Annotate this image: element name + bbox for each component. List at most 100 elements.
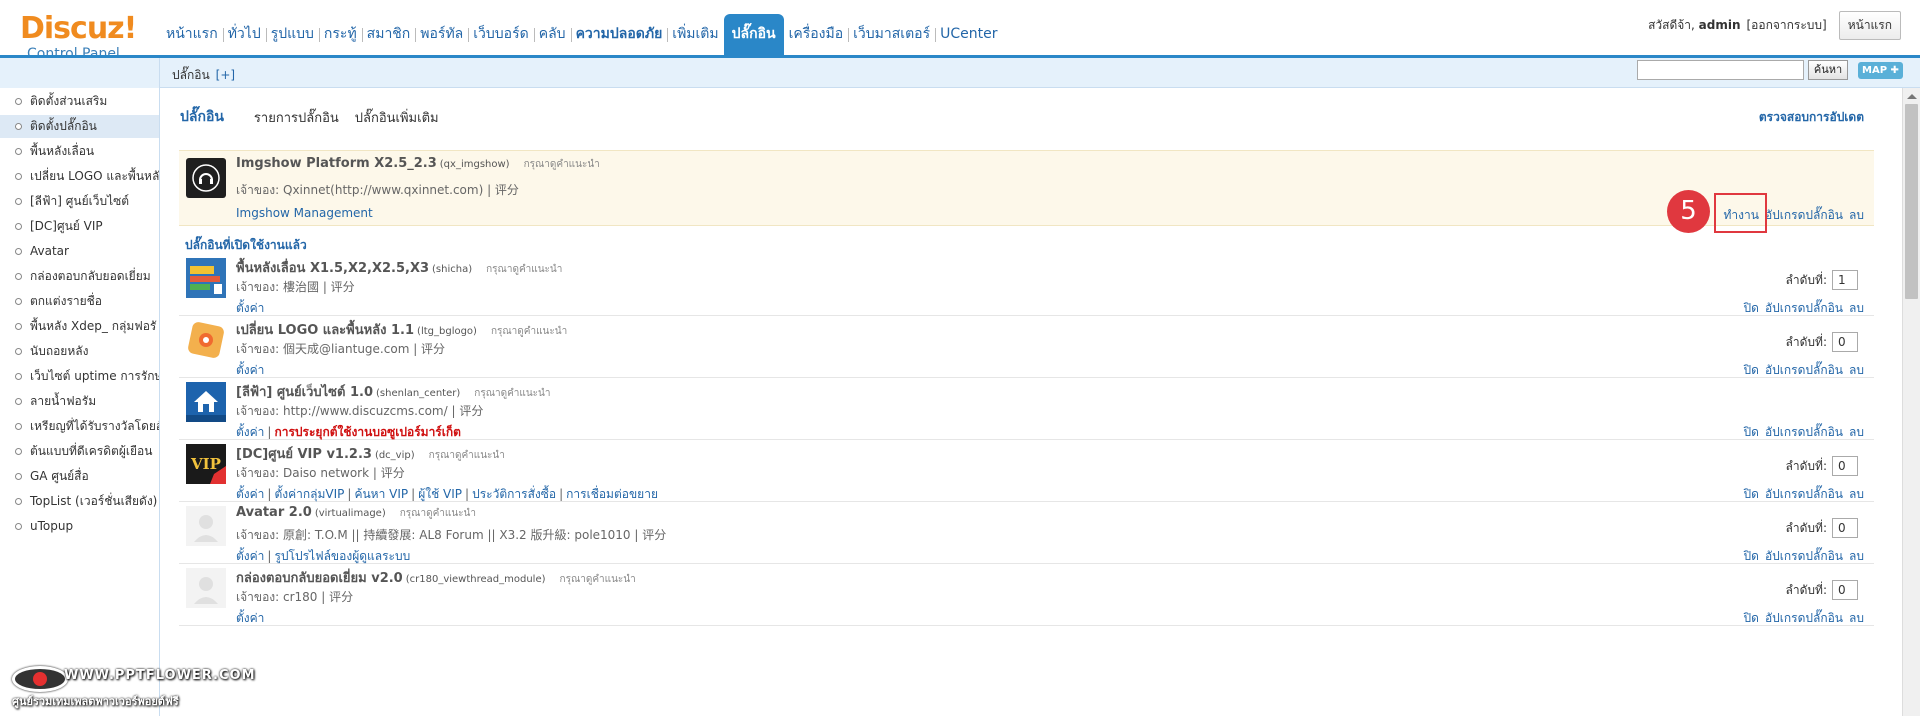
nav-item-5[interactable]: พอร์ทัล [415,14,468,55]
upgrade-plugin-link[interactable]: อัปเกรดปลั๊กอิน [1765,549,1843,563]
sidebar-item[interactable]: TopList (เวอร์ชั่นเสียดัง) [0,490,159,513]
plugin-row: VIP [DC]ศูนย์ VIP v1.2.3 (dc_vip) กรุณาดูคำ… [179,440,1874,502]
sidebar-item[interactable]: พื้นหลังเลื่อน [0,140,159,163]
plugin-link[interactable]: ตั้งค่า [236,301,264,315]
recommend-label: กรุณาดูคำแนะนำ [486,264,563,275]
nav-item-2[interactable]: รูปแบบ [265,14,319,55]
delete-plugin-link[interactable]: ลบ [1849,487,1864,501]
sidebar-item[interactable]: ตกแต่งรายชื่อ [0,290,159,313]
bullet-icon [15,448,22,455]
nav-item-11[interactable]: เครื่องมือ [784,14,849,55]
tab-more-plugins[interactable]: ปลั๊กอินเพิ่มเติม [355,107,439,128]
upgrade-plugin-link[interactable]: อัปเกรดปลั๊กอิน [1765,363,1843,377]
top-navigation: หน้าแรก ทั่วไป รูปแบบ กระทู้ สมาชิก พอร์ทัล เว… [161,14,1002,55]
disable-plugin-link[interactable]: ปิด [1744,611,1759,625]
logout-link[interactable]: [ออกจากระบบ] [1747,16,1827,35]
check-updates-link[interactable]: ตรวจสอบการอัปเดต [1759,108,1864,127]
sidebar-item[interactable]: ต้นแบบที่ดีเครดิตผู้เยือน [0,440,159,463]
plugin-name: เปลี่ยน LOGO และพื้นหลัง 1.1 (ltg_bglogo)… [236,319,567,340]
home-button[interactable]: หน้าแรก [1838,11,1901,40]
app-market-link[interactable]: การประยุกต์ใช้งานบอซูเปอร์มาร์เก็ต [274,425,460,439]
avatar-placeholder-icon [186,506,226,546]
order-input[interactable]: 1 [1832,270,1858,290]
delete-plugin-link[interactable]: ลบ [1849,611,1864,625]
nav-item-8[interactable]: ความปลอดภัย [570,14,668,55]
disable-plugin-link[interactable]: ปิด [1744,425,1759,439]
order-input[interactable]: 0 [1832,456,1858,476]
delete-plugin-link[interactable]: ลบ [1849,208,1864,222]
plugin-link[interactable]: การเชื่อมต่อขยาย [566,487,658,501]
plugin-link[interactable]: ประวัติการสั่งซื้อ [472,487,556,501]
sidebar-item[interactable]: [DC]ศูนย์ VIP [0,215,159,238]
upgrade-plugin-link[interactable]: อัปเกรดปลั๊กอิน [1765,425,1843,439]
upgrade-plugin-link[interactable]: อัปเกรดปลั๊กอิน [1765,487,1843,501]
scroll-up-arrow-icon[interactable] [1907,94,1917,99]
sidebar-item[interactable]: [ลีฟ้า] ศูนย์เว็บไซต์ [0,190,159,213]
disable-plugin-link[interactable]: ปิด [1744,363,1759,377]
sidebar-item[interactable]: กล่องตอบกลับยอดเยี่ยม [0,265,159,288]
parallax-plugin-icon [186,258,226,298]
sidebar-item[interactable]: เว็บไซต์ uptime การรักษ [0,365,159,388]
plugin-link[interactable]: รูปโปรไฟล์ของผู้ดูแลระบบ [274,549,410,563]
nav-item-3[interactable]: กระทู้ [318,14,362,55]
map-button[interactable]: MAP ✚ [1858,62,1903,79]
nav-item-1[interactable]: ทั่วไป [222,14,266,55]
plugin-link[interactable]: ผู้ใช้ VIP [418,487,462,501]
sidebar-item[interactable]: นับถอยหลัง [0,340,159,363]
nav-item-0[interactable]: หน้าแรก [161,14,223,55]
plugin-link[interactable]: ตั้งค่า [236,487,264,501]
nav-item-4[interactable]: สมาชิก [361,14,416,55]
upgrade-plugin-link[interactable]: อัปเกรดปลั๊กอิน [1765,208,1843,222]
tab-plugins[interactable]: ปลั๊กอิน [180,106,224,128]
recommend-label: กรุณาดูคำแนะนำ [474,388,551,399]
sidebar-item[interactable]: เปลี่ยน LOGO และพื้นหลั [0,165,159,188]
plugin-owner: เจ้าของ: Daiso network | 评分 [236,466,405,480]
delete-plugin-link[interactable]: ลบ [1849,301,1864,315]
bullet-icon [15,98,22,105]
disable-plugin-link[interactable]: ปิด [1744,549,1759,563]
eye-logo-icon [12,666,68,692]
plugin-owner: เจ้าของ: 樓治國 | 评分 [236,280,355,294]
nav-item-6[interactable]: เว็บบอร์ด [468,14,533,55]
plugin-link[interactable]: ค้นหา VIP [354,487,408,501]
sidebar-item[interactable]: พื้นหลัง Xdep_ กลุ่มฟอรั [0,315,159,338]
house-plugin-icon [186,382,226,422]
bullet-icon [15,223,22,230]
sidebar-item[interactable]: ติดตั้งปลั๊กอิน [0,115,159,138]
upgrade-plugin-link[interactable]: อัปเกรดปลั๊กอิน [1765,301,1843,315]
nav-item-7[interactable]: คลับ [533,14,571,55]
sidebar-item[interactable]: GA ศูนย์สื่อ [0,465,159,488]
sidebar-item[interactable]: เหรียญที่ได้รับรางวัลโดยอั [0,415,159,438]
sidebar-item[interactable]: uTopup [0,515,159,538]
nav-item-12[interactable]: เว็บมาสเตอร์ [848,14,935,55]
sidebar-item[interactable]: ติดตั้งส่วนเสริม [0,90,159,113]
scrollbar-thumb[interactable] [1905,104,1918,299]
delete-plugin-link[interactable]: ลบ [1849,363,1864,377]
imgshow-management-link[interactable]: Imgshow Management [236,206,373,220]
order-input[interactable]: 0 [1832,580,1858,600]
plugin-link[interactable]: ตั้งค่า [236,363,264,377]
order-input[interactable]: 0 [1832,518,1858,538]
add-shortcut-link[interactable]: [+] [216,68,235,82]
order-label-text: ลำดับที่: [1785,458,1827,473]
plugin-link[interactable]: ตั้งค่า [236,549,264,563]
plugin-link[interactable]: ตั้งค่า [236,611,264,625]
sidebar-item-label: Avatar [30,244,69,258]
disable-plugin-link[interactable]: ปิด [1744,487,1759,501]
search-button[interactable]: ค้นหา [1808,60,1848,80]
nav-item-9[interactable]: เพิ่มเติม [667,14,723,55]
search-input[interactable] [1637,60,1804,80]
tab-plugin-list[interactable]: รายการปลั๊กอิน [254,107,339,128]
upgrade-plugin-link[interactable]: อัปเกรดปลั๊กอิน [1765,611,1843,625]
nav-item-13[interactable]: UCenter [935,14,1002,55]
plugin-link[interactable]: ตั้งค่ากลุ่มVIP [274,487,344,501]
sidebar-item[interactable]: ลายน้ำฟอรัม [0,390,159,413]
order-input[interactable]: 0 [1832,332,1858,352]
disable-plugin-link[interactable]: ปิด [1744,301,1759,315]
delete-plugin-link[interactable]: ลบ [1849,549,1864,563]
delete-plugin-link[interactable]: ลบ [1849,425,1864,439]
plugin-link[interactable]: ตั้งค่า [236,425,264,439]
nav-item-10[interactable]: ปลั๊กอิน [723,14,784,55]
sidebar-item[interactable]: Avatar [0,240,159,263]
vertical-scrollbar[interactable] [1902,88,1920,716]
